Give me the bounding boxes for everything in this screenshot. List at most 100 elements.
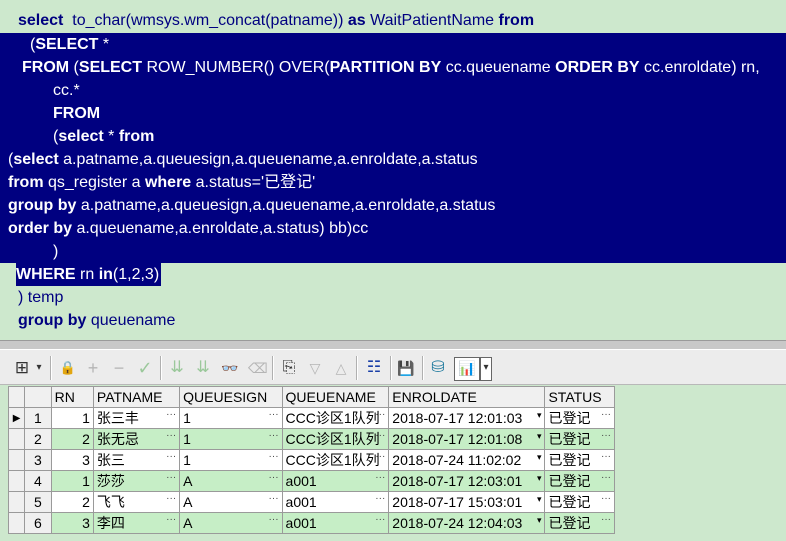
chevron-down-icon[interactable]: ▾: [34, 358, 44, 378]
cell-queuesign[interactable]: A ···: [179, 512, 283, 534]
table-row[interactable]: ▶ 1 1 张三丰 ··· 1 ··· CCC诊区1队列 ··· 2018-07-17 12:01…: [9, 407, 615, 429]
clear-icon[interactable]: ⌫: [248, 358, 268, 378]
cell-patname[interactable]: 莎莎 ···: [93, 470, 181, 492]
column-header-status[interactable]: STATUS: [544, 387, 615, 408]
ellipsis-button[interactable]: ···: [269, 513, 279, 527]
row-number[interactable]: 6: [24, 512, 52, 534]
dropdown-arrow-icon[interactable]: ▾: [537, 429, 542, 443]
cell-queuename[interactable]: a001 ···: [282, 470, 390, 492]
cell-enroldate[interactable]: 2018-07-17 12:03:01 ▾: [388, 470, 546, 492]
ellipsis-button[interactable]: ···: [375, 513, 385, 527]
dropdown-arrow-icon[interactable]: ▾: [537, 408, 542, 422]
row-indicator[interactable]: [9, 512, 26, 534]
ellipsis-button[interactable]: ···: [375, 471, 385, 485]
cell-queuesign[interactable]: A ···: [179, 491, 283, 513]
cell-patname[interactable]: 李四 ···: [93, 512, 181, 534]
ellipsis-button[interactable]: ···: [601, 492, 611, 506]
check-icon[interactable]: ✓: [136, 358, 154, 378]
cell-status[interactable]: 已登记 ···: [544, 449, 615, 471]
cell-rn[interactable]: 3: [51, 449, 94, 471]
cell-queuename[interactable]: CCC诊区1队列 ···: [282, 407, 390, 429]
pane-splitter[interactable]: [0, 340, 786, 350]
cell-status[interactable]: 已登记 ···: [544, 470, 615, 492]
ellipsis-button[interactable]: ···: [375, 450, 385, 464]
ellipsis-button[interactable]: ···: [601, 408, 611, 422]
sort-up-icon[interactable]: △: [332, 358, 350, 378]
column-header-enroldate[interactable]: ENROLDATE: [388, 387, 546, 408]
row-indicator[interactable]: [9, 491, 26, 513]
ellipsis-button[interactable]: ···: [375, 492, 385, 506]
cell-patname[interactable]: 飞飞 ···: [93, 491, 181, 513]
cell-queuename[interactable]: a001 ···: [282, 512, 390, 534]
ellipsis-button[interactable]: ···: [269, 408, 279, 422]
ellipsis-button[interactable]: ···: [166, 450, 176, 464]
row-number[interactable]: 5: [24, 491, 52, 513]
table-row[interactable]: 2 2 张无忌 ··· 1 ··· CCC诊区1队列 ··· 2018-07-17 12:01:…: [9, 428, 615, 450]
table-row[interactable]: 6 3 李四 ··· A ··· a001 ··· 2018-07-24 12:04:03 ▾ 已登…: [9, 512, 615, 534]
find-icon[interactable]: 👓: [220, 358, 240, 378]
row-number[interactable]: 3: [24, 449, 52, 471]
sort-down-icon[interactable]: ▽: [306, 358, 324, 378]
cell-queuesign[interactable]: 1 ···: [179, 449, 283, 471]
filter-icon[interactable]: ⇊: [194, 358, 212, 378]
row-indicator[interactable]: [9, 428, 26, 450]
cell-rn[interactable]: 2: [51, 428, 94, 450]
row-number[interactable]: 4: [24, 470, 52, 492]
dropdown-arrow-icon[interactable]: ▾: [537, 513, 542, 527]
ellipsis-button[interactable]: ···: [375, 408, 385, 422]
database-icon[interactable]: ⛁: [428, 358, 448, 378]
table-row[interactable]: 3 3 张三 ··· 1 ··· CCC诊区1队列 ··· 2018-07-24 11:02:0…: [9, 449, 615, 471]
cell-rn[interactable]: 1: [51, 407, 94, 429]
cell-status[interactable]: 已登记 ···: [544, 428, 615, 450]
ellipsis-button[interactable]: ···: [166, 471, 176, 485]
table-row[interactable]: 5 2 飞飞 ··· A ··· a001 ··· 2018-07-17 15:03:01 ▾ 已登…: [9, 491, 615, 513]
dropdown-arrow-icon[interactable]: ▾: [537, 492, 542, 506]
cell-status[interactable]: 已登记 ···: [544, 407, 615, 429]
filter-down-icon[interactable]: ⇊: [168, 358, 186, 378]
column-header-queuesign[interactable]: QUEUESIGN: [179, 387, 283, 408]
column-header-rn[interactable]: RN: [51, 387, 94, 408]
cell-enroldate[interactable]: 2018-07-17 12:01:03 ▾: [388, 407, 546, 429]
ellipsis-button[interactable]: ···: [269, 429, 279, 443]
chart-icon[interactable]: 📊: [454, 357, 480, 381]
row-indicator[interactable]: [9, 470, 26, 492]
cell-queuename[interactable]: CCC诊区1队列 ···: [282, 449, 390, 471]
remove-row-icon[interactable]: −: [110, 358, 128, 378]
cell-queuesign[interactable]: 1 ···: [179, 428, 283, 450]
cell-rn[interactable]: 3: [51, 512, 94, 534]
cell-patname[interactable]: 张无忌 ···: [93, 428, 181, 450]
ellipsis-button[interactable]: ···: [269, 471, 279, 485]
add-row-icon[interactable]: +: [84, 358, 102, 378]
cell-queuename[interactable]: CCC诊区1队列 ···: [282, 428, 390, 450]
ellipsis-button[interactable]: ···: [375, 429, 385, 443]
ellipsis-button[interactable]: ···: [601, 450, 611, 464]
ellipsis-button[interactable]: ···: [601, 429, 611, 443]
cell-enroldate[interactable]: 2018-07-17 15:03:01 ▾: [388, 491, 546, 513]
row-number[interactable]: 2: [24, 428, 52, 450]
cell-enroldate[interactable]: 2018-07-17 12:01:08 ▾: [388, 428, 546, 450]
ellipsis-button[interactable]: ···: [166, 429, 176, 443]
cell-queuename[interactable]: a001 ···: [282, 491, 390, 513]
cell-patname[interactable]: 张三丰 ···: [93, 407, 181, 429]
cell-rn[interactable]: 1: [51, 470, 94, 492]
ellipsis-button[interactable]: ···: [166, 513, 176, 527]
tree-icon[interactable]: ☷: [364, 358, 384, 378]
dropdown-arrow-icon[interactable]: ▾: [537, 450, 542, 464]
row-indicator[interactable]: ▶: [9, 407, 26, 429]
grid-icon[interactable]: ⊞: [12, 358, 32, 378]
ellipsis-button[interactable]: ···: [166, 492, 176, 506]
column-header-queuename[interactable]: QUEUENAME: [282, 387, 390, 408]
chevron-down-icon[interactable]: ▾: [480, 357, 492, 381]
ellipsis-button[interactable]: ···: [166, 408, 176, 422]
lock-icon[interactable]: 🔒: [58, 358, 78, 378]
cell-queuesign[interactable]: 1 ···: [179, 407, 283, 429]
cell-status[interactable]: 已登记 ···: [544, 512, 615, 534]
cell-rn[interactable]: 2: [51, 491, 94, 513]
export-icon[interactable]: ⎘: [280, 358, 298, 378]
ellipsis-button[interactable]: ···: [269, 450, 279, 464]
cell-status[interactable]: 已登记 ···: [544, 491, 615, 513]
dropdown-arrow-icon[interactable]: ▾: [537, 471, 542, 485]
ellipsis-button[interactable]: ···: [601, 471, 611, 485]
ellipsis-button[interactable]: ···: [269, 492, 279, 506]
table-row[interactable]: 4 1 莎莎 ··· A ··· a001 ··· 2018-07-17 12:03:01 ▾ 已登…: [9, 470, 615, 492]
